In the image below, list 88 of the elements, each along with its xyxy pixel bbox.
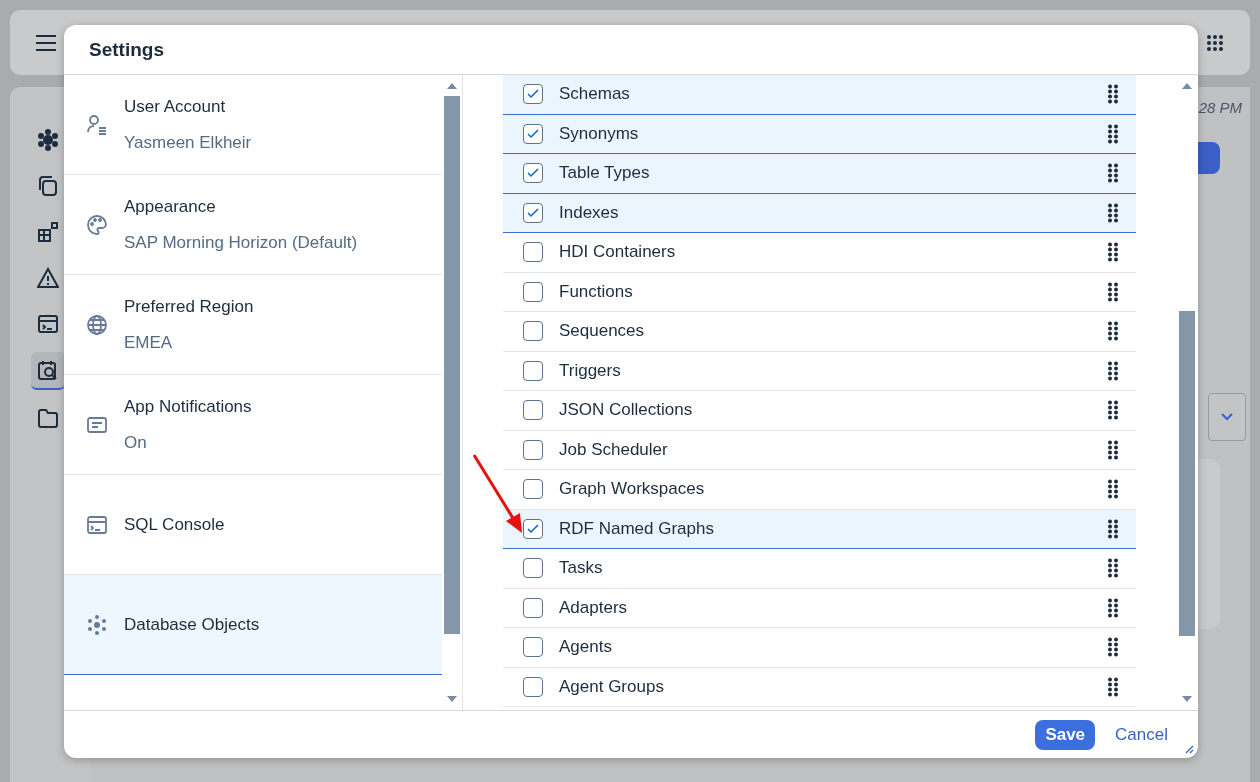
scrollbar[interactable] [442,75,463,710]
checkmark-icon [527,207,539,218]
checkbox[interactable] [523,281,543,302]
checkmark-icon [527,168,539,179]
object-row[interactable]: Functions [503,272,1136,312]
object-row[interactable]: RDF Named Graphs [503,509,1136,549]
drag-handle-icon[interactable] [1108,558,1118,579]
object-label: Adapters [559,597,629,618]
drag-handle-icon[interactable] [1108,637,1118,658]
drag-handle-icon[interactable] [1108,479,1118,500]
drag-handle-icon[interactable] [1108,321,1118,342]
resize-grip-icon[interactable] [1184,744,1194,754]
object-row[interactable]: Schemas [503,75,1136,115]
object-label: Indexes [559,202,620,223]
checkbox[interactable] [523,202,543,223]
checkbox[interactable] [523,637,543,658]
calendar-search-icon[interactable] [30,352,65,390]
checkbox[interactable] [523,676,543,697]
drag-handle-icon[interactable] [1108,439,1118,460]
object-label: HDI Containers [559,242,677,263]
settings-category[interactable]: Appearance SAP Morning Horizon (Default) [64,175,442,275]
object-row[interactable]: Indexes [503,193,1136,233]
dialog-title: Settings [89,38,164,61]
object-label: Agent Groups [559,676,665,697]
object-row[interactable]: Agent Groups [503,667,1136,707]
save-button[interactable]: Save [1035,719,1096,750]
console-icon [86,513,108,536]
checkbox[interactable] [523,558,543,579]
time-text: 28 PM [1198,99,1242,116]
object-label: Tasks [559,558,604,579]
object-row[interactable]: Graph Workspaces [503,470,1136,510]
object-label: Table Types [559,163,651,184]
menu-icon[interactable] [36,34,56,51]
checkbox[interactable] [523,163,543,184]
drag-handle-icon[interactable] [1108,202,1118,223]
checkbox[interactable] [523,518,543,539]
cancel-button[interactable]: Cancel [1103,719,1180,750]
checkbox[interactable] [523,479,543,500]
object-row[interactable]: Job Scheduler [503,430,1136,470]
object-label: RDF Named Graphs [559,518,715,539]
drag-handle-icon[interactable] [1108,518,1118,539]
object-row[interactable]: Adapters [503,588,1136,628]
object-row[interactable]: Synonyms [503,114,1136,154]
checkbox[interactable] [523,597,543,618]
object-row[interactable]: JSON Collections [503,391,1136,431]
drag-handle-icon[interactable] [1108,597,1118,618]
object-row[interactable]: HDI Containers [503,233,1136,273]
checkmark-icon [527,128,539,139]
grid-icon[interactable] [1206,33,1224,52]
checkbox[interactable] [523,439,543,460]
chevron-down-icon [1221,413,1233,421]
settings-category[interactable]: Preferred Region EMEA [64,275,442,375]
drag-handle-icon[interactable] [1108,163,1118,184]
drag-handle-icon[interactable] [1108,84,1118,105]
object-row[interactable]: Tasks [503,549,1136,589]
checkbox[interactable] [523,360,543,381]
object-label: Agents [559,637,613,658]
checkbox[interactable] [523,242,543,263]
object-label: Schemas [559,84,631,105]
checkbox[interactable] [523,321,543,342]
checkbox[interactable] [523,123,543,144]
drag-handle-icon[interactable] [1108,242,1118,263]
palette-icon [86,213,108,236]
settings-category[interactable]: Database Objects [64,575,442,675]
drag-handle-icon[interactable] [1108,281,1118,302]
object-label: Synonyms [559,123,640,144]
object-label: Sequences [559,321,646,342]
checkbox[interactable] [523,400,543,421]
object-label: Job Scheduler [559,439,669,460]
drag-handle-icon[interactable] [1108,400,1118,421]
checkmark-icon [527,523,539,534]
user-icon [86,113,108,136]
object-label: Functions [559,281,634,302]
object-row[interactable]: Table Types [503,154,1136,194]
settings-category[interactable]: App Notifications On [64,375,442,475]
checkmark-icon [527,89,539,100]
object-row[interactable]: Triggers [503,351,1136,391]
drag-handle-icon[interactable] [1108,360,1118,381]
settings-category[interactable]: User Account Yasmeen Elkheir [64,75,442,175]
object-label: Triggers [559,360,622,381]
object-label: Graph Workspaces [559,479,706,500]
object-row[interactable]: Sequences [503,312,1136,352]
object-label: JSON Collections [559,400,694,421]
globe-icon [86,313,108,336]
drag-handle-icon[interactable] [1108,676,1118,697]
checkbox[interactable] [523,84,543,105]
drag-handle-icon[interactable] [1108,123,1118,144]
object-row[interactable]: Agents [503,628,1136,668]
